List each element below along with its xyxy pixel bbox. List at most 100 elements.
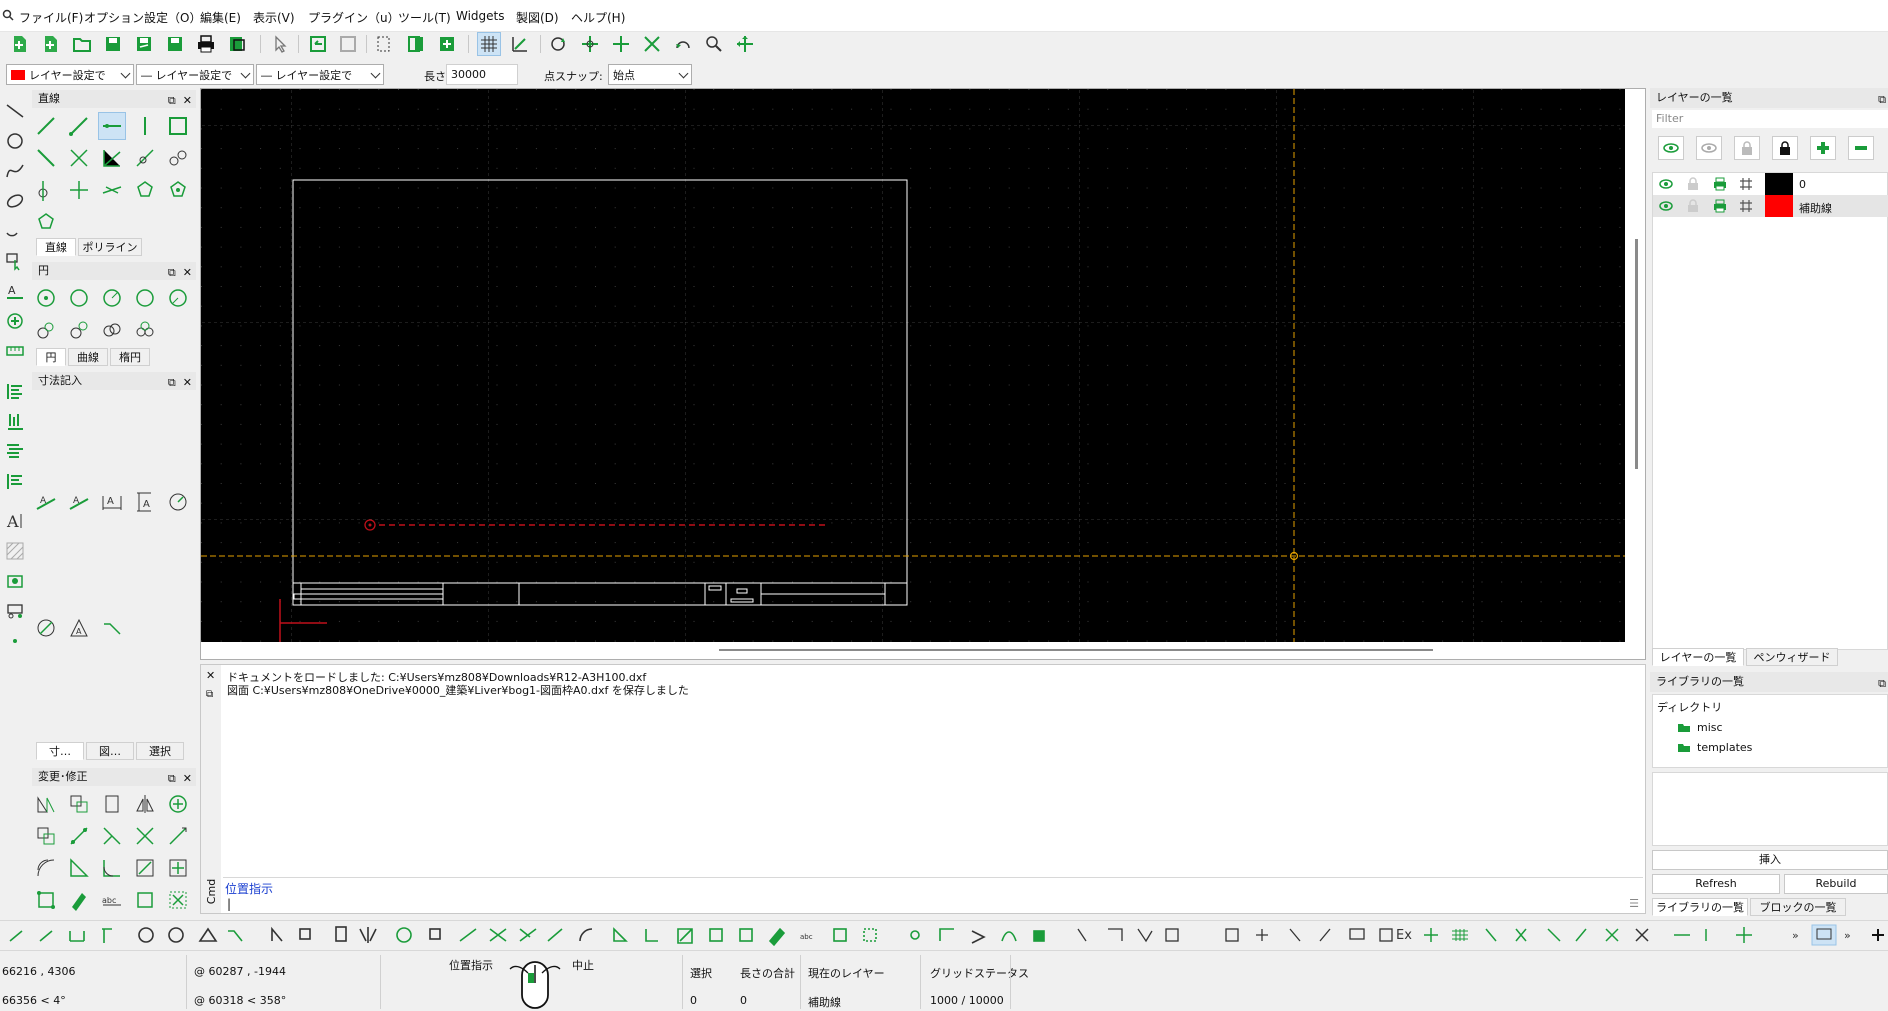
- dimension-category-icon[interactable]: A: [2, 278, 28, 304]
- linetype-combo[interactable]: ― レイヤー設定で: [256, 64, 384, 85]
- lock-all-icon[interactable]: [1772, 136, 1798, 160]
- circle-center-point-icon[interactable]: [32, 284, 60, 312]
- tab-block-list[interactable]: ブロックの一覧: [1750, 898, 1846, 916]
- circle-tangent-lines-icon[interactable]: [131, 316, 159, 344]
- explode-icon[interactable]: [131, 886, 159, 914]
- circle-3p-icon[interactable]: [98, 284, 126, 312]
- dim-radial-icon[interactable]: [164, 488, 192, 516]
- relative-angle-icon[interactable]: [65, 176, 93, 204]
- rectangle-icon[interactable]: [164, 112, 192, 140]
- perpendicular-icon[interactable]: [131, 144, 159, 172]
- show-all-icon[interactable]: [1658, 136, 1684, 160]
- tab-layer-list[interactable]: レイヤーの一覧: [1652, 648, 1744, 666]
- align-center-icon[interactable]: [2, 438, 28, 464]
- block-select-icon[interactable]: [372, 32, 396, 56]
- bisector-icon[interactable]: [65, 144, 93, 172]
- zoom-previous-icon[interactable]: [671, 32, 695, 56]
- lengthen-icon[interactable]: [164, 822, 192, 850]
- dock-controls[interactable]: ⧉ ✕: [168, 374, 192, 392]
- copy-icon[interactable]: [404, 32, 428, 56]
- tangent-icon[interactable]: [98, 144, 126, 172]
- line-angle-icon[interactable]: [65, 112, 93, 140]
- tab-dimension[interactable]: 寸…: [36, 742, 84, 760]
- circle-radius-icon[interactable]: [131, 284, 159, 312]
- stretch-icon[interactable]: [164, 854, 192, 882]
- tab-circle[interactable]: 円: [36, 348, 66, 366]
- bevel-icon[interactable]: [65, 854, 93, 882]
- dim-aligned-icon[interactable]: A: [32, 488, 60, 516]
- vertical-scroll-thumb[interactable]: [1635, 239, 1638, 469]
- trim-icon[interactable]: [98, 822, 126, 850]
- attributes-icon[interactable]: [65, 886, 93, 914]
- new-file-icon[interactable]: [8, 32, 32, 56]
- print-icon[interactable]: [1713, 177, 1727, 191]
- align-right-icon[interactable]: [2, 468, 28, 494]
- float-icon[interactable]: ⧉: [1878, 90, 1886, 110]
- circle-tan3-icon[interactable]: [65, 316, 93, 344]
- polygon-center-icon[interactable]: [131, 176, 159, 204]
- color-combo[interactable]: レイヤー設定で: [6, 64, 134, 85]
- point-icon[interactable]: [2, 628, 28, 654]
- line-horizontal-icon[interactable]: [98, 112, 126, 140]
- construction-icon[interactable]: [1739, 199, 1753, 213]
- close-icon[interactable]: ✕: [206, 669, 215, 682]
- tab-drawing[interactable]: 図…: [86, 742, 134, 760]
- menu-plugins[interactable]: プラグイン（u）: [308, 9, 400, 26]
- layer-filter-input[interactable]: Filter: [1652, 110, 1888, 128]
- print-preview-icon[interactable]: [225, 32, 249, 56]
- paste-icon[interactable]: [435, 32, 459, 56]
- mirror-icon[interactable]: [131, 790, 159, 818]
- tab-pen-wizard[interactable]: ペンウィザード: [1746, 648, 1838, 666]
- parallel-line-icon[interactable]: [32, 144, 60, 172]
- circle-tangent-icon[interactable]: [164, 284, 192, 312]
- command-menu-icon[interactable]: ☰: [1629, 897, 1639, 910]
- move-rotate-icon[interactable]: [164, 790, 192, 818]
- horizontal-scroll-thumb[interactable]: [719, 649, 1433, 651]
- dock-controls[interactable]: ⧉ ✕: [168, 92, 192, 110]
- align-bottom-icon[interactable]: [2, 408, 28, 434]
- hide-all-icon[interactable]: [1696, 136, 1722, 160]
- line-2p-icon[interactable]: [32, 112, 60, 140]
- polygon-2p-icon[interactable]: [32, 208, 60, 236]
- dim-diameter-icon[interactable]: [32, 614, 60, 642]
- rotate2-icon[interactable]: [32, 822, 60, 850]
- refresh-button[interactable]: Refresh: [1652, 874, 1780, 894]
- grid-toggle-icon[interactable]: [477, 32, 501, 56]
- tab-ellipse[interactable]: 楕円: [110, 348, 150, 366]
- fillet-icon[interactable]: [98, 854, 126, 882]
- dim-leader-icon[interactable]: [98, 614, 126, 642]
- menu-widgets[interactable]: Widgets: [456, 9, 505, 23]
- tab-curve[interactable]: 曲線: [68, 348, 108, 366]
- select-pointer-icon[interactable]: [268, 32, 292, 56]
- visible-icon[interactable]: [1659, 201, 1673, 211]
- polyline-category-icon[interactable]: [2, 218, 28, 244]
- tangent-circles-icon[interactable]: [164, 144, 192, 172]
- divide-icon[interactable]: [131, 854, 159, 882]
- layer-color-swatch[interactable]: [1765, 195, 1793, 217]
- measure-category-icon[interactable]: [2, 338, 28, 364]
- redraw-icon[interactable]: [547, 32, 571, 56]
- draft-mode-icon[interactable]: [508, 32, 532, 56]
- line-category-icon[interactable]: [2, 98, 28, 124]
- print-icon[interactable]: [194, 32, 218, 56]
- save-as-icon[interactable]: [132, 32, 156, 56]
- command-input[interactable]: |: [223, 897, 1627, 913]
- zoom-in-icon[interactable]: [578, 32, 602, 56]
- tab-library-list[interactable]: ライブラリの一覧: [1652, 898, 1748, 916]
- properties-icon[interactable]: [32, 886, 60, 914]
- modify-category-icon[interactable]: [2, 308, 28, 334]
- zoom-out-icon[interactable]: [609, 32, 633, 56]
- redo-icon[interactable]: [336, 32, 360, 56]
- save-all-icon[interactable]: [163, 32, 187, 56]
- horizontal-scrollbar[interactable]: [201, 643, 1631, 659]
- select-category-icon[interactable]: [2, 248, 28, 274]
- width-combo[interactable]: ― レイヤー設定で: [136, 64, 254, 85]
- menu-edit[interactable]: 編集(E): [200, 9, 241, 26]
- length-input[interactable]: 30000: [446, 64, 518, 85]
- dim-linear-icon[interactable]: A: [65, 488, 93, 516]
- print-icon[interactable]: [1713, 199, 1727, 213]
- explode-text-icon[interactable]: abc: [98, 886, 126, 914]
- zoom-pan-icon[interactable]: [733, 32, 757, 56]
- dim-horizontal-icon[interactable]: A: [98, 488, 126, 516]
- menu-tools[interactable]: ツール(T): [398, 9, 451, 26]
